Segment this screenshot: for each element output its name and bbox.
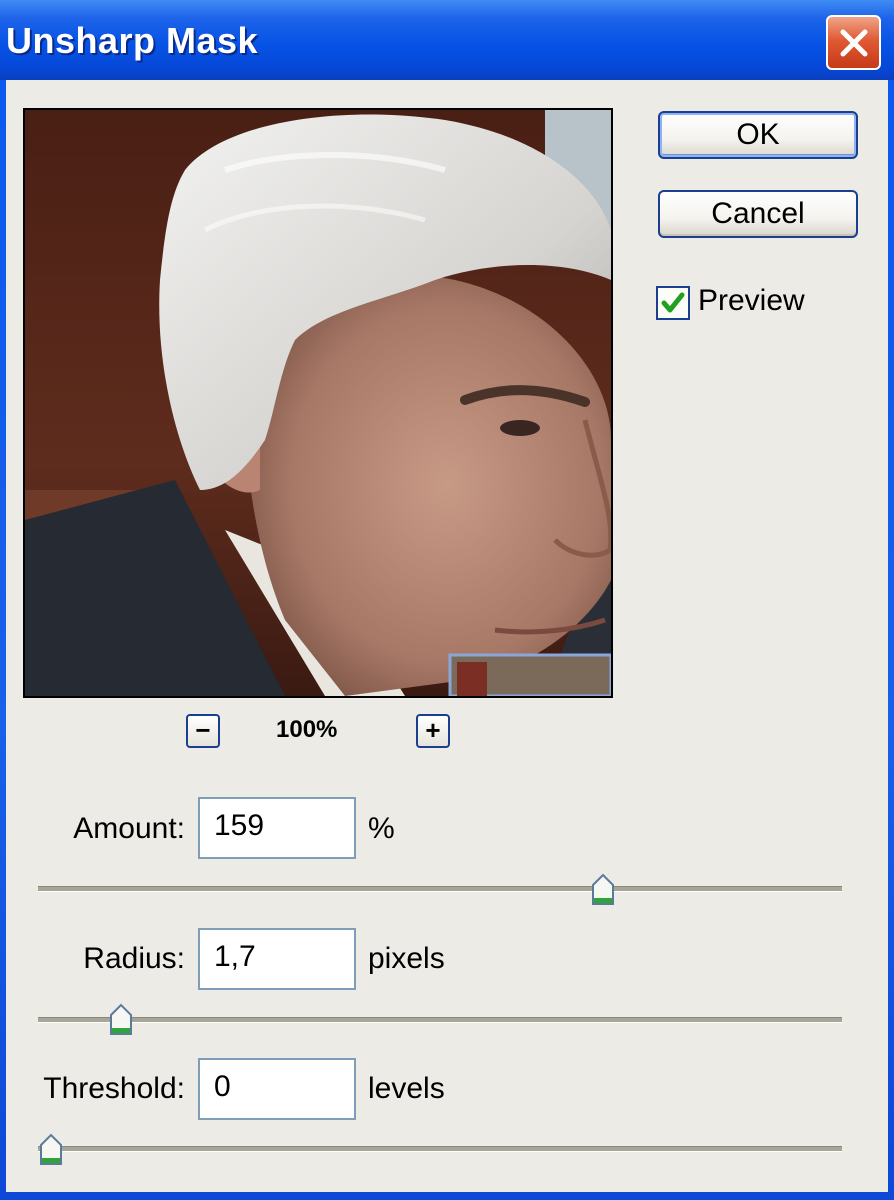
window-title: Unsharp Mask [6, 20, 259, 61]
portrait-preview [25, 110, 611, 696]
zoom-in-button[interactable]: + [416, 714, 450, 748]
checkmark-icon [661, 292, 685, 313]
preview-label: Preview [698, 284, 805, 317]
dialog-body: OK Cancel Preview − 100% + Amount: 159 %… [6, 80, 888, 1192]
radius-label: Radius: [83, 942, 185, 975]
threshold-input[interactable]: 0 [198, 1058, 356, 1120]
amount-input[interactable]: 159 [198, 797, 356, 859]
radius-input[interactable]: 1,7 [198, 928, 356, 990]
threshold-slider-track[interactable] [38, 1146, 842, 1152]
threshold-label: Threshold: [43, 1072, 185, 1105]
threshold-unit: levels [368, 1072, 445, 1105]
dialog-window: Unsharp Mask OK Cancel Preview − 100% + … [0, 0, 894, 1200]
preview-checkbox[interactable] [656, 286, 690, 320]
close-icon [840, 29, 868, 57]
amount-slider-track[interactable] [38, 886, 842, 892]
amount-slider-thumb[interactable] [590, 873, 616, 907]
close-button[interactable] [826, 15, 881, 70]
zoom-out-button[interactable]: − [186, 714, 220, 748]
title-bar[interactable]: Unsharp Mask [0, 0, 894, 80]
radius-slider-thumb[interactable] [108, 1003, 134, 1037]
radius-unit: pixels [368, 942, 445, 975]
cancel-button[interactable]: Cancel [658, 190, 858, 238]
zoom-level: 100% [276, 716, 338, 743]
radius-slider-track[interactable] [38, 1017, 842, 1023]
minus-icon: − [195, 715, 211, 745]
threshold-slider-thumb[interactable] [38, 1133, 64, 1167]
preview-image[interactable] [23, 108, 613, 698]
ok-button[interactable]: OK [658, 111, 858, 159]
amount-unit: % [368, 812, 395, 845]
plus-icon: + [425, 715, 441, 745]
amount-label: Amount: [73, 812, 185, 845]
